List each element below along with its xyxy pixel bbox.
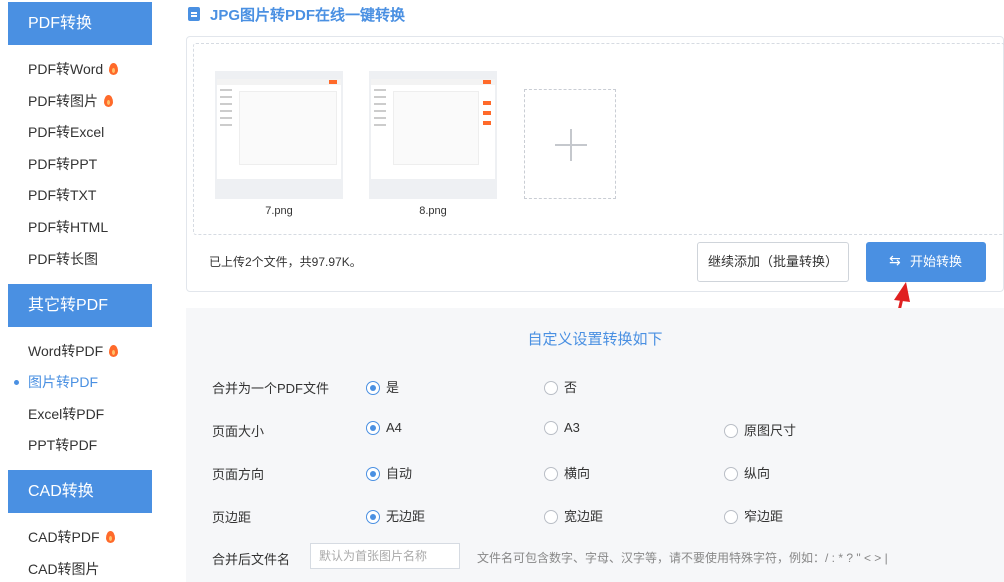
margin-wide-radio[interactable]: 宽边距 <box>544 506 603 525</box>
sidebar-item-ppt-to-pdf[interactable]: PPT转PDF <box>28 435 97 455</box>
sidebar-item-label: PDF转图片 <box>28 93 98 109</box>
radio-checked-icon <box>366 467 380 481</box>
sidebar-item-pdf-to-txt[interactable]: PDF转TXT <box>28 185 96 205</box>
sidebar-section-cad-convert[interactable]: CAD转换 <box>8 470 152 513</box>
sidebar-item-label: Word转PDF <box>28 343 104 359</box>
radio-label: 宽边距 <box>564 509 604 524</box>
sidebar-item-label: PDF转TXT <box>28 187 97 203</box>
filename-label: 合并后文件名 <box>212 552 291 567</box>
sidebar-item-cad-to-pdf[interactable]: CAD转PDF <box>28 527 115 547</box>
sidebar-item-label: 图片转PDF <box>28 374 98 390</box>
file-thumbnail[interactable] <box>215 71 343 199</box>
orientation-label: 页面方向 <box>212 467 265 482</box>
sidebar-item-image-to-pdf[interactable]: 图片转PDF <box>14 372 98 392</box>
add-more-button[interactable]: 继续添加（批量转换） <box>697 242 849 282</box>
sidebar-item-pdf-to-image[interactable]: PDF转图片 <box>28 91 113 111</box>
margin-none-radio[interactable]: 无边距 <box>366 506 425 525</box>
filename-input[interactable] <box>310 543 460 569</box>
sidebar-item-label: CAD转图片 <box>28 561 100 577</box>
thumbnail-preview <box>217 79 341 179</box>
sidebar-item-label: PDF转HTML <box>28 219 109 235</box>
sidebar-item-label: PPT转PDF <box>28 437 98 453</box>
sidebar-item-pdf-to-html[interactable]: PDF转HTML <box>28 217 108 237</box>
fire-icon <box>109 345 119 357</box>
radio-label: A3 <box>564 420 580 435</box>
page-size-label: 页面大小 <box>212 424 265 439</box>
radio-label: 横向 <box>564 466 591 481</box>
sidebar-item-pdf-to-word[interactable]: PDF转Word <box>28 59 119 79</box>
radio-checked-icon <box>366 421 380 435</box>
radio-icon <box>724 510 738 524</box>
sidebar-section-pdf-convert[interactable]: PDF转换 <box>8 2 152 45</box>
radio-label: A4 <box>386 420 402 435</box>
page-title-text: JPG图片转PDF在线一键转换 <box>210 7 406 24</box>
page: PDF转换 PDF转Word PDF转图片 PDF转Excel PDF转PPT … <box>0 0 1004 582</box>
orientation-landscape-radio[interactable]: 横向 <box>544 463 590 482</box>
radio-label: 窄边距 <box>744 509 784 524</box>
orientation-auto-radio[interactable]: 自动 <box>366 463 412 482</box>
sidebar-item-label: PDF转Word <box>28 61 104 77</box>
radio-label: 原图尺寸 <box>744 423 797 438</box>
radio-icon <box>544 510 558 524</box>
sidebar-item-excel-to-pdf[interactable]: Excel转PDF <box>28 404 104 424</box>
sidebar-item-label: PDF转长图 <box>28 251 98 267</box>
radio-icon <box>724 424 738 438</box>
radio-icon <box>544 421 558 435</box>
file-name: 8.png <box>419 205 447 217</box>
settings-panel: 自定义设置转换如下 合并为一个PDF文件 是 否 页面大小 A4 A3 原图尺寸… <box>186 308 1004 582</box>
fire-icon <box>105 531 115 543</box>
add-file-plus-icon[interactable] <box>524 89 616 199</box>
file-name: 7.png <box>265 205 293 217</box>
radio-label: 无边距 <box>386 509 426 524</box>
page-size-a4-radio[interactable]: A4 <box>366 420 402 435</box>
sidebar: PDF转换 PDF转Word PDF转图片 PDF转Excel PDF转PPT … <box>0 0 160 582</box>
merge-no-radio[interactable]: 否 <box>544 377 577 396</box>
page-size-a3-radio[interactable]: A3 <box>544 420 580 435</box>
sidebar-section-other-to-pdf[interactable]: 其它转PDF <box>8 284 152 327</box>
margin-label: 页边距 <box>212 510 252 525</box>
fire-icon <box>109 63 119 75</box>
radio-label: 否 <box>564 380 578 395</box>
radio-label: 是 <box>386 380 400 395</box>
filename-hint: 文件名可包含数字、字母、汉字等，请不要使用特殊字符，例如：/ : * ? " <… <box>477 551 888 565</box>
file-thumbnail[interactable] <box>369 71 497 199</box>
radio-checked-icon <box>366 381 380 395</box>
margin-narrow-radio[interactable]: 窄边距 <box>724 506 783 525</box>
sidebar-item-word-to-pdf[interactable]: Word转PDF <box>28 341 119 361</box>
sidebar-item-pdf-to-excel[interactable]: PDF转Excel <box>28 122 104 142</box>
settings-title: 自定义设置转换如下 <box>527 331 663 348</box>
sidebar-item-label: CAD转PDF <box>28 529 100 545</box>
upload-panel: 7.png 8.png 已上传2个文件，共97.97K。 继续添加（批量转换） … <box>186 36 1004 292</box>
start-convert-button[interactable]: 开始转换 <box>866 242 986 282</box>
merge-label: 合并为一个PDF文件 <box>212 381 330 396</box>
page-title: JPG图片转PDF在线一键转换 <box>188 5 405 27</box>
sidebar-item-pdf-to-long-image[interactable]: PDF转长图 <box>28 249 98 269</box>
fire-icon <box>104 95 113 107</box>
sidebar-item-pdf-to-ppt[interactable]: PDF转PPT <box>28 154 97 174</box>
sidebar-item-label: PDF转Excel <box>28 124 105 140</box>
swap-icon <box>889 252 902 268</box>
active-dot-icon <box>14 380 19 385</box>
radio-label: 自动 <box>386 466 413 481</box>
radio-label: 纵向 <box>744 466 771 481</box>
radio-icon <box>544 467 558 481</box>
page-size-original-radio[interactable]: 原图尺寸 <box>724 420 796 439</box>
sidebar-item-label: PDF转PPT <box>28 156 98 172</box>
radio-icon <box>724 467 738 481</box>
radio-checked-icon <box>366 510 380 524</box>
thumbnail-preview <box>371 79 495 179</box>
upload-status: 已上传2个文件，共97.97K。 <box>209 255 362 269</box>
radio-icon <box>544 381 558 395</box>
document-icon <box>188 7 200 21</box>
sidebar-item-cad-to-image[interactable]: CAD转图片 <box>28 559 100 579</box>
orientation-portrait-radio[interactable]: 纵向 <box>724 463 770 482</box>
start-convert-label: 开始转换 <box>909 254 962 269</box>
file-drop-area[interactable]: 7.png 8.png <box>193 43 1004 235</box>
sidebar-item-label: Excel转PDF <box>28 406 105 422</box>
merge-yes-radio[interactable]: 是 <box>366 377 399 396</box>
